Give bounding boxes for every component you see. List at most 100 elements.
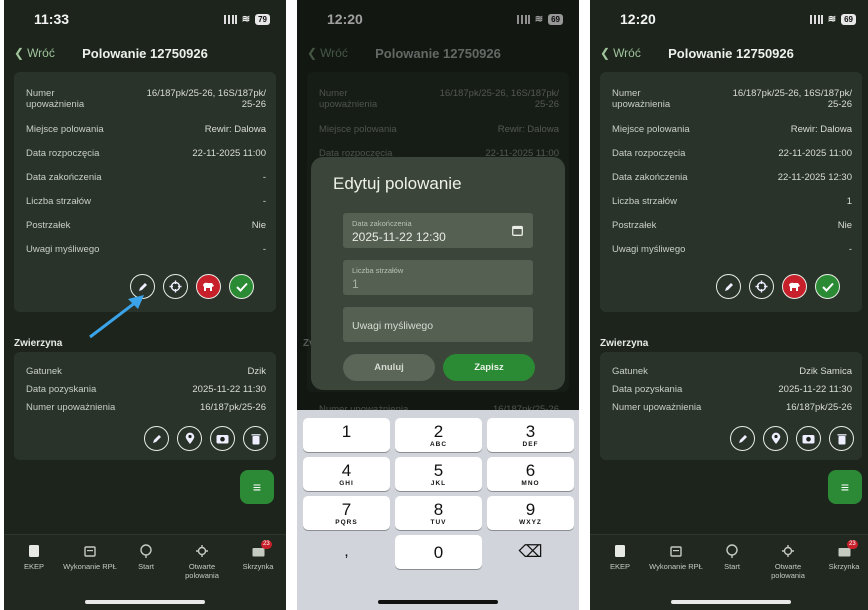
location-button[interactable] [177,426,202,451]
tab-ekep[interactable]: EKEP [592,543,648,571]
inbox-badge: 23 [847,540,858,549]
tab-bar: EKEP Wykonanie RPŁ Start Otwarte polowan… [4,534,286,610]
end-date-field[interactable]: Data zakończenia 2025-11-22 12:30 [343,213,533,248]
tab-open-hunts[interactable]: Otwarte polowania [760,543,816,580]
tab-rpl[interactable]: Wykonanie RPŁ [62,543,118,571]
back-button[interactable]: ❮ Wróć [307,46,348,60]
photo-button[interactable] [210,426,235,451]
detail-value: Rewir: Dalowa [204,124,266,135]
detail-value: 16/187pk/25-26, 16S/187pk/ 25-26 [732,88,852,110]
edit-hunt-modal: Edytuj polowanie Data zakończenia 2025-1… [311,157,565,390]
key-8[interactable]: 8 TUV [395,496,482,530]
battery-icon: 79 [255,13,270,25]
back-button[interactable]: ❮ Wróć [600,46,641,60]
tab-rpl[interactable]: Wykonanie RPŁ [648,543,704,571]
photo-button[interactable] [796,426,821,451]
tab-ekep[interactable]: EKEP [6,543,62,571]
game-value: 2025-11-22 11:30 [192,384,266,395]
chevron-left-icon: ❮ [14,46,25,60]
numeric-keypad: 1 2 ABC 3 DEF 4 GHI 5 JKL 6 MNO 7 PQRS 8 TUV 9W… [297,410,579,610]
tab-start[interactable]: Start [118,543,174,571]
chevron-left-icon: ❮ [600,46,611,60]
detail-label: Liczba strzałów [26,196,91,207]
detail-row-notes: Uwagi myśliwego - [612,244,852,255]
add-game-button[interactable] [196,274,221,299]
key-3[interactable]: 3 DEF [487,418,574,452]
delete-game-button[interactable] [243,426,268,451]
edit-game-button[interactable] [730,426,755,451]
start-icon [726,544,738,558]
trash-icon [251,433,260,444]
chevron-left-icon: ❮ [307,46,318,60]
key-6[interactable]: 6 MNO [487,457,574,491]
menu-fab-button[interactable]: ≡ [828,470,862,504]
detail-label: Miejsce polowania [319,124,397,135]
edit-game-button[interactable] [144,426,169,451]
cancel-button[interactable]: Anuluj [343,354,435,381]
game-value: 16/187pk/25-26 [785,402,852,413]
game-value: 2025-11-22 11:30 [778,384,852,395]
detail-label: Postrzałek [612,220,657,231]
finish-hunt-button[interactable] [815,274,840,299]
detail-value: Nie [251,220,266,231]
end-date-label: Data zakończenia [352,219,412,228]
key-2[interactable]: 2 ABC [395,418,482,452]
notes-field[interactable]: Uwagi myśliwego [343,307,533,342]
calendar-icon [84,546,96,557]
status-time: 11:33 [34,11,70,27]
tab-inbox[interactable]: 23 Skrzynka [230,540,286,571]
detail-value: - [262,172,266,183]
menu-fab-button[interactable]: ≡ [240,470,274,504]
shots-count-field[interactable]: Liczba strzałów 1 [343,260,533,295]
status-icons: ≋ 69 [809,13,856,25]
detail-row-end-date: Data zakończenia - [26,172,266,183]
detail-row-place: Miejsce polowania Rewir: Dalowa [612,124,852,135]
key-comma[interactable]: , [303,535,390,569]
detail-value: 16/187pk/25-26, 16S/187pk/ 25-26 [439,88,559,110]
game-value: Dzik [247,366,266,377]
key-digit: 9 [525,500,536,519]
key-letters: WXYZ [519,519,542,526]
tab-start[interactable]: Start [704,543,760,571]
detail-row-shots: Liczba strzałów 1 [612,196,852,207]
location-button[interactable] [763,426,788,451]
detail-row-authorization: Numer upoważnienia 16/187pk/25-26, 16S/1… [612,88,852,110]
edit-hunt-button[interactable] [716,274,741,299]
calendar-icon[interactable] [512,225,523,236]
key-1[interactable]: 1 [303,418,390,452]
detail-row-start-date: Data rozpoczęcia 22-11-2025 11:00 [26,148,266,159]
detail-label: Numer upoważnienia [612,88,671,110]
key-0[interactable]: 0 [395,535,482,569]
tab-inbox[interactable]: 23 Skrzynka [816,540,868,571]
target-button[interactable] [749,274,774,299]
nav-bar: ❮ Wróć Polowanie 12750926 [4,40,286,66]
start-icon [140,544,152,558]
detail-value: 22-11-2025 11:00 [192,148,266,159]
notes-placeholder: Uwagi myśliwego [352,320,434,332]
finish-hunt-button[interactable] [229,274,254,299]
game-label: Gatunek [612,366,648,377]
key-4[interactable]: 4 GHI [303,457,390,491]
delete-game-button[interactable] [829,426,854,451]
detail-row-start-date: Data rozpoczęcia 22-11-2025 11:00 [612,148,852,159]
status-bar: 11:33 ≋ 79 [4,0,286,38]
target-button[interactable] [163,274,188,299]
inbox-badge: 23 [261,540,272,549]
screen-edit-hunt-modal: 12:20 ≋ 69 ❮ Wróć Polowanie 12750926 Nume… [297,0,579,610]
delete-key-icon[interactable]: ⌫ [487,535,574,569]
screen-hunt-details-after: 12:20 ≋ 69 ❮ Wróć Polowanie 12750926 Nume… [590,0,868,610]
section-title: Zwierzyna [14,338,63,349]
annotation-arrow-icon [89,295,144,339]
tab-label: EKEP [23,562,44,571]
key-9[interactable]: 9 WXYZ [487,496,574,530]
key-5[interactable]: 5 JKL [395,457,482,491]
tab-label: Wykonanie RPŁ [649,562,703,571]
detail-row-wounded: Postrzałek Nie [612,220,852,231]
home-indicator [85,600,205,604]
back-button[interactable]: ❮ Wróć [14,46,55,60]
key-7[interactable]: 7 PQRS [303,496,390,530]
add-game-button[interactable] [782,274,807,299]
game-label: Numer upoważnienia [26,402,116,413]
tab-open-hunts[interactable]: Otwarte polowania [174,543,230,580]
save-button[interactable]: Zapisz [443,354,535,381]
